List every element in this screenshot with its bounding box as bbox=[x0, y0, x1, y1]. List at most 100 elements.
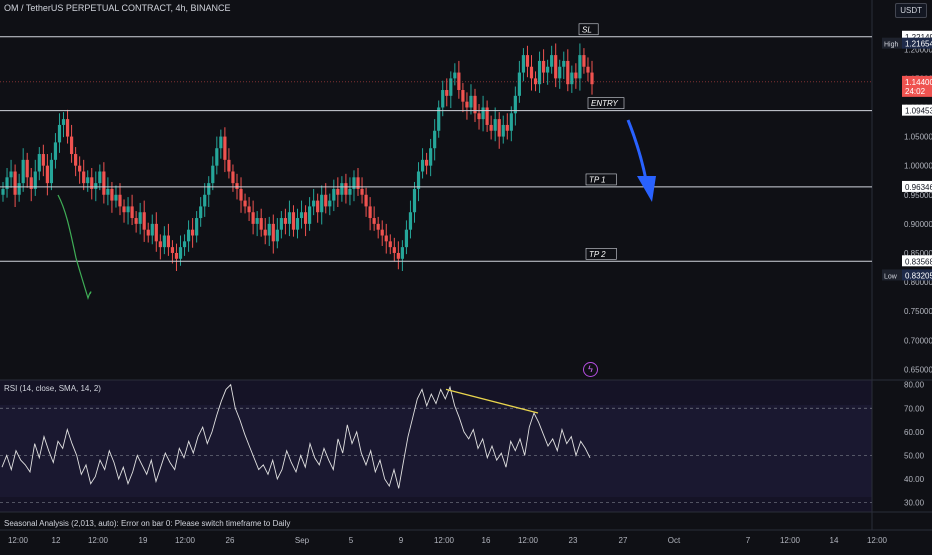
current-price-tag: 1.14400 bbox=[905, 78, 932, 87]
candle-body bbox=[57, 124, 62, 143]
candle-body bbox=[570, 72, 574, 85]
time-tick-label: 12 bbox=[52, 536, 61, 545]
candle-body bbox=[533, 78, 538, 85]
candle-body bbox=[441, 90, 445, 108]
candle-body bbox=[429, 148, 433, 166]
candle-body bbox=[380, 229, 384, 236]
candle-body bbox=[251, 212, 255, 224]
rsi-indicator-label[interactable]: RSI (14, close, SMA, 14, 2) bbox=[4, 384, 101, 393]
candle-body bbox=[308, 206, 312, 224]
candle-body bbox=[166, 235, 171, 248]
candle-body bbox=[529, 66, 534, 79]
level-label: TP 1 bbox=[589, 175, 606, 184]
candle-body bbox=[21, 159, 25, 184]
rsi-tick-label: 40.00 bbox=[904, 475, 925, 484]
candle-body bbox=[199, 206, 203, 219]
candle-body bbox=[303, 212, 308, 224]
candle-body bbox=[110, 188, 114, 201]
currency-button[interactable]: USDT bbox=[895, 3, 927, 18]
candle-body bbox=[364, 194, 368, 207]
candle-body bbox=[275, 229, 279, 242]
candle-body bbox=[49, 159, 54, 184]
time-tick-label: Oct bbox=[668, 536, 681, 545]
candle-body bbox=[360, 188, 364, 195]
candle-body bbox=[74, 154, 78, 166]
time-tick-label: 23 bbox=[569, 536, 578, 545]
candle-body bbox=[231, 171, 235, 184]
candle-body bbox=[45, 165, 49, 184]
candle-body bbox=[178, 247, 183, 259]
candle-body bbox=[86, 177, 90, 184]
candle-body bbox=[215, 148, 219, 166]
candle-body bbox=[477, 113, 481, 120]
candle-body bbox=[400, 247, 404, 259]
candle-body bbox=[578, 55, 582, 79]
candle-body bbox=[154, 223, 158, 242]
candle-body bbox=[9, 171, 13, 178]
time-tick-label: 12:00 bbox=[518, 536, 539, 545]
candle-body bbox=[243, 200, 247, 207]
seasonal-indicator-label[interactable]: Seasonal Analysis (2,013, auto): Error o… bbox=[4, 519, 290, 528]
candle-body bbox=[541, 60, 546, 73]
candle-body bbox=[287, 212, 292, 224]
candle-body bbox=[142, 212, 146, 230]
candle-body bbox=[174, 252, 179, 259]
candle-body bbox=[550, 55, 554, 67]
candle-body bbox=[122, 206, 126, 213]
candle-body bbox=[336, 188, 340, 195]
rsi-band-fill bbox=[0, 405, 872, 497]
symbol-title[interactable]: OM / TetherUS PERPETUAL CONTRACT, 4h, BI… bbox=[4, 3, 231, 13]
level-label: ENTRY bbox=[591, 99, 618, 108]
price-tick-label: 1.05000 bbox=[904, 133, 932, 142]
candle-body bbox=[582, 55, 586, 67]
time-tick-label: 5 bbox=[349, 536, 354, 545]
candle-body bbox=[316, 200, 320, 213]
candle-body bbox=[344, 183, 348, 195]
level-label: TP 2 bbox=[589, 250, 606, 259]
candle-body bbox=[590, 72, 594, 85]
candle-body bbox=[384, 235, 388, 242]
candle-body bbox=[408, 212, 413, 230]
candle-body bbox=[517, 72, 521, 96]
candle-body bbox=[65, 119, 70, 137]
time-tick-label: 27 bbox=[619, 536, 628, 545]
price-tick-label: 0.65000 bbox=[904, 365, 932, 374]
candle-body bbox=[239, 188, 243, 201]
candle-body bbox=[586, 66, 590, 73]
candle-body bbox=[13, 171, 17, 195]
candle-body bbox=[312, 200, 316, 207]
candle-body bbox=[219, 136, 223, 149]
price-tick-label: 0.75000 bbox=[904, 307, 932, 316]
level-label: SL bbox=[582, 25, 592, 34]
candle-body bbox=[445, 90, 449, 96]
candle-body bbox=[1, 188, 5, 195]
time-tick-label: 12:00 bbox=[88, 536, 109, 545]
candle-body bbox=[461, 90, 465, 102]
candle-body bbox=[562, 60, 566, 67]
flash-icon[interactable]: ϟ bbox=[583, 362, 598, 377]
time-tick-label: 12:00 bbox=[434, 536, 455, 545]
candle-body bbox=[497, 119, 501, 137]
candle-body bbox=[404, 229, 409, 248]
candle-body bbox=[332, 188, 336, 201]
candle-body bbox=[267, 223, 271, 236]
candle-body bbox=[340, 183, 344, 195]
price-chart[interactable]: 1.200001.150001.100001.050001.000000.950… bbox=[0, 0, 932, 550]
time-tick-label: 12:00 bbox=[780, 536, 801, 545]
candle-body bbox=[348, 188, 352, 195]
candle-body bbox=[525, 55, 530, 67]
candle-body bbox=[195, 218, 199, 236]
entry-price-tag: 1.09453 bbox=[905, 107, 932, 116]
high-price-tag-tag: High bbox=[884, 42, 899, 49]
candle-body bbox=[271, 223, 275, 242]
tp1-price-tag: 0.96346 bbox=[905, 183, 932, 192]
candle-body bbox=[412, 188, 417, 213]
low-price-tag-tag: Low bbox=[884, 273, 898, 280]
time-tick-label: 14 bbox=[830, 536, 839, 545]
candle-body bbox=[126, 206, 130, 213]
candle-body bbox=[546, 66, 550, 73]
candle-body bbox=[489, 124, 493, 131]
candle-body bbox=[416, 171, 421, 189]
candle-body bbox=[299, 212, 304, 219]
candle-body bbox=[537, 60, 542, 85]
